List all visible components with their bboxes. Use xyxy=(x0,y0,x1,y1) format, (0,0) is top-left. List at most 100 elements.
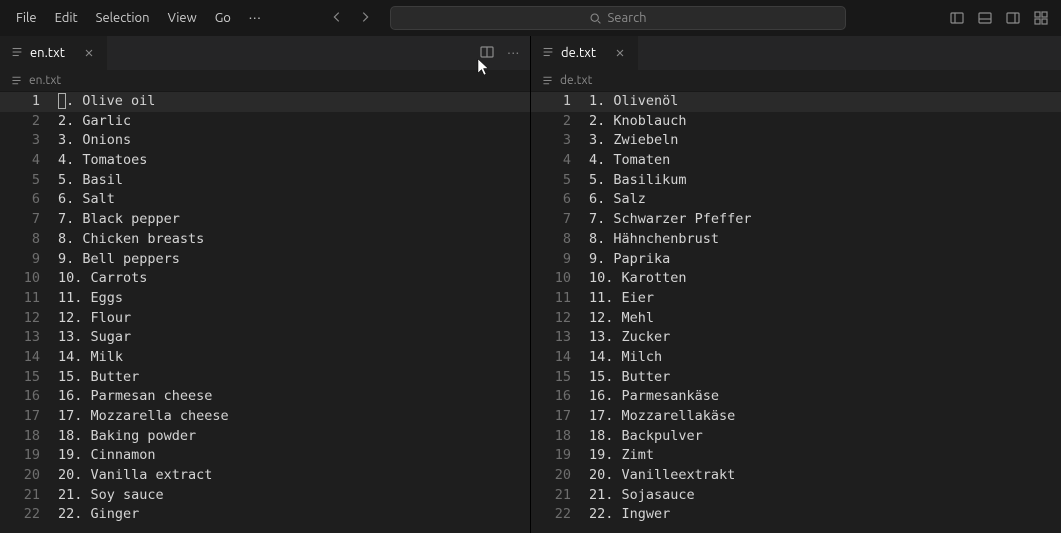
editor-line[interactable]: 99. Paprika xyxy=(531,250,1061,270)
breadcrumb-label: de.txt xyxy=(560,74,592,87)
editor-line[interactable]: 1313. Zucker xyxy=(531,328,1061,348)
editor-line[interactable]: 99. Bell peppers xyxy=(0,250,530,270)
line-content: 15. Butter xyxy=(58,368,139,388)
toggle-panel-icon[interactable] xyxy=(977,10,993,26)
editor-line[interactable]: 2121. Sojasauce xyxy=(531,486,1061,506)
editor-line[interactable]: 2020. Vanilla extract xyxy=(0,466,530,486)
editor-line[interactable]: 66. Salt xyxy=(0,190,530,210)
line-content: 14. Milch xyxy=(589,348,662,368)
line-number: 4 xyxy=(531,151,589,171)
editor-line[interactable]: 44. Tomatoes xyxy=(0,151,530,171)
search-icon xyxy=(589,12,602,25)
editor-line[interactable]: 1212. Flour xyxy=(0,309,530,329)
file-icon xyxy=(10,45,24,62)
line-content: 22. Ginger xyxy=(58,505,139,525)
search-input[interactable]: Search xyxy=(390,6,846,30)
line-number: 15 xyxy=(531,368,589,388)
editor-line[interactable]: 1616. Parmesan cheese xyxy=(0,387,530,407)
customize-layout-icon[interactable] xyxy=(1033,10,1049,26)
editor-line[interactable]: 55. Basilikum xyxy=(531,171,1061,191)
line-number: 2 xyxy=(0,112,58,132)
line-content: 12. Flour xyxy=(58,309,131,329)
editor-left[interactable]: 1. Olive oil22. Garlic33. Onions44. Toma… xyxy=(0,92,530,533)
line-number: 22 xyxy=(0,505,58,525)
line-number: 3 xyxy=(531,131,589,151)
tab-close-icon[interactable] xyxy=(81,45,97,61)
menu-more[interactable]: ··· xyxy=(241,7,270,29)
tab-close-icon[interactable] xyxy=(612,45,628,61)
editor-line[interactable]: 44. Tomaten xyxy=(531,151,1061,171)
editor-line[interactable]: 77. Schwarzer Pfeffer xyxy=(531,210,1061,230)
line-content: 16. Parmesankäse xyxy=(589,387,719,407)
editor-line[interactable]: 1616. Parmesankäse xyxy=(531,387,1061,407)
editor-line[interactable]: 1717. Mozzarella cheese xyxy=(0,407,530,427)
breadcrumb-left[interactable]: en.txt xyxy=(0,70,530,92)
line-content: 13. Zucker xyxy=(589,328,670,348)
line-number: 20 xyxy=(0,466,58,486)
menu-go[interactable]: Go xyxy=(207,7,239,29)
editor-line[interactable]: 11. Olivenöl xyxy=(531,92,1061,112)
editor-pane-left: en.txt ··· en.txt 1. Olive oil22. Garlic… xyxy=(0,36,530,533)
menu-selection[interactable]: Selection xyxy=(88,7,158,29)
editor-line[interactable]: 1111. Eggs xyxy=(0,289,530,309)
tab-bar-left: en.txt ··· xyxy=(0,36,530,70)
menu-view[interactable]: View xyxy=(160,7,205,29)
editor-line[interactable]: 55. Basil xyxy=(0,171,530,191)
editor-line[interactable]: 1717. Mozzarellakäse xyxy=(531,407,1061,427)
split-editor-icon[interactable] xyxy=(479,44,495,63)
editor-line[interactable]: 1010. Carrots xyxy=(0,269,530,289)
breadcrumb-right[interactable]: de.txt xyxy=(531,70,1061,92)
editor-line[interactable]: 88. Hähnchenbrust xyxy=(531,230,1061,250)
line-number: 19 xyxy=(0,446,58,466)
editor-line[interactable]: 1818. Backpulver xyxy=(531,427,1061,447)
tab-de-txt[interactable]: de.txt xyxy=(531,36,639,70)
layout-controls xyxy=(949,10,1049,26)
tab-en-txt[interactable]: en.txt xyxy=(0,36,108,70)
nav-back-icon[interactable] xyxy=(330,10,344,27)
editor-line[interactable]: 1. Olive oil xyxy=(0,92,530,112)
editor-line[interactable]: 2121. Soy sauce xyxy=(0,486,530,506)
editor-right[interactable]: 11. Olivenöl22. Knoblauch33. Zwiebeln44.… xyxy=(531,92,1061,533)
editor-line[interactable]: 1414. Milch xyxy=(531,348,1061,368)
editor-line[interactable]: 1212. Mehl xyxy=(531,309,1061,329)
editor-line[interactable]: 1111. Eier xyxy=(531,289,1061,309)
editor-line[interactable]: 1818. Baking powder xyxy=(0,427,530,447)
editor-line[interactable]: 88. Chicken breasts xyxy=(0,230,530,250)
editor-line[interactable]: 1313. Sugar xyxy=(0,328,530,348)
line-number: 19 xyxy=(531,446,589,466)
editor-line[interactable]: 1010. Karotten xyxy=(531,269,1061,289)
nav-forward-icon[interactable] xyxy=(358,10,372,27)
line-content: 7. Schwarzer Pfeffer xyxy=(589,210,752,230)
editor-line[interactable]: 1919. Zimt xyxy=(531,446,1061,466)
line-content: 20. Vanilleextrakt xyxy=(589,466,735,486)
menu-edit[interactable]: Edit xyxy=(47,7,86,29)
editor-line[interactable]: 2222. Ginger xyxy=(0,505,530,525)
editor-pane-right: de.txt de.txt 11. Olivenöl22. Knoblauch3… xyxy=(530,36,1061,533)
search-placeholder: Search xyxy=(608,11,647,25)
line-content: 20. Vanilla extract xyxy=(58,466,212,486)
line-number: 8 xyxy=(531,230,589,250)
line-number: 10 xyxy=(531,269,589,289)
editor-line[interactable]: 1515. Butter xyxy=(531,368,1061,388)
nav-arrows xyxy=(330,10,372,27)
editor-line[interactable]: 22. Knoblauch xyxy=(531,112,1061,132)
editor-line[interactable]: 2020. Vanilleextrakt xyxy=(531,466,1061,486)
editor-line[interactable]: 33. Onions xyxy=(0,131,530,151)
editor-line[interactable]: 22. Garlic xyxy=(0,112,530,132)
editor-line[interactable]: 1414. Milk xyxy=(0,348,530,368)
editor-line[interactable]: 66. Salz xyxy=(531,190,1061,210)
line-number: 21 xyxy=(0,486,58,506)
toggle-primary-sidebar-icon[interactable] xyxy=(949,10,965,26)
toggle-secondary-sidebar-icon[interactable] xyxy=(1005,10,1021,26)
editor-line[interactable]: 77. Black pepper xyxy=(0,210,530,230)
line-number: 17 xyxy=(0,407,58,427)
menu-file[interactable]: File xyxy=(8,7,45,29)
editor-line[interactable]: 1515. Butter xyxy=(0,368,530,388)
editor-line[interactable]: 33. Zwiebeln xyxy=(531,131,1061,151)
editor-line[interactable]: 1919. Cinnamon xyxy=(0,446,530,466)
line-number: 14 xyxy=(531,348,589,368)
editor-line[interactable]: 2222. Ingwer xyxy=(531,505,1061,525)
line-content: 9. Paprika xyxy=(589,250,670,270)
line-content: 17. Mozzarellakäse xyxy=(589,407,735,427)
more-actions-icon[interactable]: ··· xyxy=(507,46,520,60)
